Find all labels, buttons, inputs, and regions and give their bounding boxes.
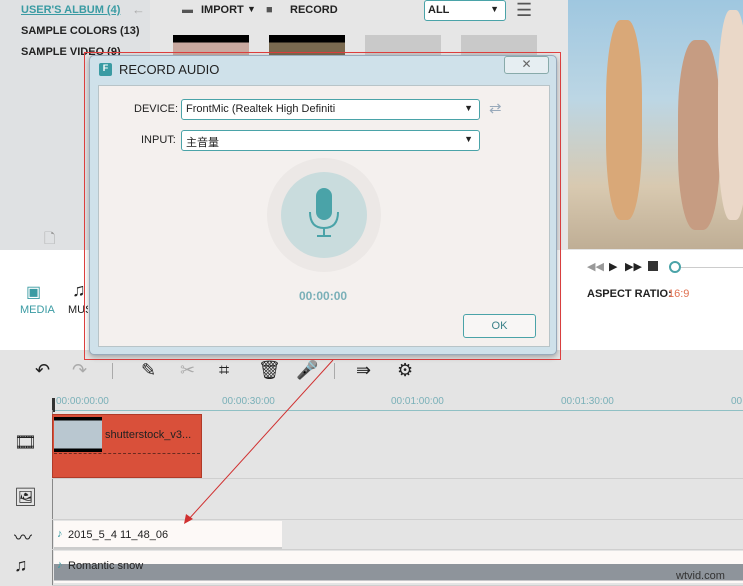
refresh-icon[interactable]: ⇄: [489, 99, 502, 117]
input-select[interactable]: 主音量 ▼: [181, 130, 480, 151]
dialog-title: RECORD AUDIO: [119, 62, 220, 77]
chevron-down-icon: ▼: [464, 134, 473, 144]
chevron-down-icon: ▼: [464, 103, 473, 113]
close-button[interactable]: ✕: [504, 56, 549, 74]
record-timer: 00:00:00: [299, 289, 348, 303]
record-audio-dialog: F RECORD AUDIO ✕ DEVICE: FrontMic (Realt…: [89, 55, 557, 355]
close-icon: ✕: [521, 57, 532, 71]
device-label: DEVICE:: [134, 103, 179, 115]
microphone-icon: [309, 188, 339, 237]
record-button[interactable]: [281, 172, 367, 258]
device-value: FrontMic (Realtek High Definiti: [186, 103, 336, 115]
input-value: 主音量: [186, 137, 219, 149]
input-label: INPUT:: [141, 134, 176, 146]
app-logo-icon: F: [99, 63, 112, 76]
device-select[interactable]: FrontMic (Realtek High Definiti ▼: [181, 99, 480, 120]
ok-button[interactable]: OK: [463, 314, 536, 338]
dialog-body: DEVICE: FrontMic (Realtek High Definiti ▼…: [98, 85, 550, 347]
